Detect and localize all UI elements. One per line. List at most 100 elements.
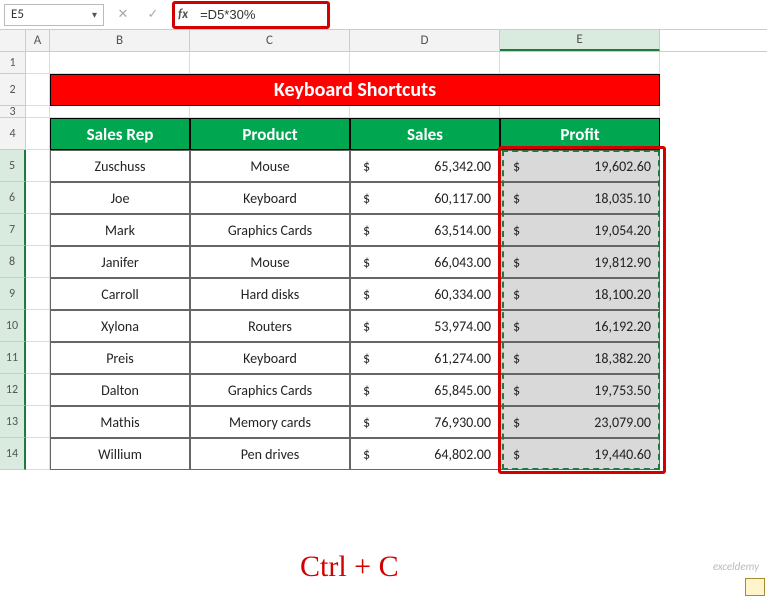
cell-profit[interactable]: $18,100.20: [500, 278, 660, 310]
enter-icon[interactable]: ✓: [142, 4, 164, 26]
cell-profit[interactable]: $23,079.00: [500, 406, 660, 438]
cell-profit[interactable]: $16,192.20: [500, 310, 660, 342]
cell-sales[interactable]: $76,930.00: [350, 406, 500, 438]
row-header[interactable]: 7: [0, 214, 26, 246]
paste-options-icon[interactable]: [745, 578, 765, 596]
cell[interactable]: [26, 118, 50, 150]
cancel-icon[interactable]: ✕: [112, 4, 134, 26]
cell[interactable]: [26, 310, 50, 342]
cell-rep[interactable]: Mark: [50, 214, 190, 246]
cell-rep[interactable]: Dalton: [50, 374, 190, 406]
header-profit[interactable]: Profit: [500, 118, 660, 150]
col-header-e[interactable]: E: [500, 30, 660, 51]
cell[interactable]: [26, 150, 50, 182]
cell-profit[interactable]: $19,602.60: [500, 150, 660, 182]
cell-sales[interactable]: $66,043.00: [350, 246, 500, 278]
fx-icon[interactable]: fx: [178, 7, 188, 22]
row-header[interactable]: 3: [0, 106, 26, 118]
header-product[interactable]: Product: [190, 118, 350, 150]
cell-product[interactable]: Graphics Cards: [190, 374, 350, 406]
cell-sales[interactable]: $53,974.00: [350, 310, 500, 342]
cell-rep[interactable]: Zuschuss: [50, 150, 190, 182]
cell-product[interactable]: Pen drives: [190, 438, 350, 470]
cell-sales[interactable]: $60,117.00: [350, 182, 500, 214]
cell-sales[interactable]: $64,802.00: [350, 438, 500, 470]
dropdown-icon[interactable]: ▾: [92, 8, 97, 21]
cell-profit[interactable]: $18,382.20: [500, 342, 660, 374]
cell-rep[interactable]: Mathis: [50, 406, 190, 438]
cell[interactable]: [26, 278, 50, 310]
cell-profit[interactable]: $18,035.10: [500, 182, 660, 214]
col-header-d[interactable]: D: [350, 30, 500, 51]
cell-profit[interactable]: $19,054.20: [500, 214, 660, 246]
cell-product[interactable]: Memory cards: [190, 406, 350, 438]
cell[interactable]: [50, 52, 190, 74]
sheet-area[interactable]: Keyboard Shortcuts Sales Rep Product Sal…: [26, 52, 767, 470]
row-header[interactable]: 13: [0, 406, 26, 438]
row-header[interactable]: 14: [0, 438, 26, 470]
col-header-b[interactable]: B: [50, 30, 190, 51]
row-header[interactable]: 11: [0, 342, 26, 374]
col-header-c[interactable]: C: [190, 30, 350, 51]
row-header[interactable]: 6: [0, 182, 26, 214]
cell[interactable]: [350, 52, 500, 74]
cell-product[interactable]: Keyboard: [190, 342, 350, 374]
cell[interactable]: [350, 106, 500, 118]
column-headers: A B C D E: [0, 30, 767, 52]
table-row: JoeKeyboard$60,117.00$18,035.10: [26, 182, 767, 214]
table-row: MarkGraphics Cards$63,514.00$19,054.20: [26, 214, 767, 246]
row-header[interactable]: 8: [0, 246, 26, 278]
cell[interactable]: [190, 106, 350, 118]
cell-rep[interactable]: Xylona: [50, 310, 190, 342]
cell[interactable]: [26, 406, 50, 438]
row-header[interactable]: 4: [0, 118, 26, 150]
row-header[interactable]: 12: [0, 374, 26, 406]
cell-product[interactable]: Hard disks: [190, 278, 350, 310]
cell[interactable]: [190, 52, 350, 74]
cell[interactable]: [26, 342, 50, 374]
row-header[interactable]: 9: [0, 278, 26, 310]
col-header-a[interactable]: A: [26, 30, 50, 51]
row-header[interactable]: 1: [0, 52, 26, 74]
cell[interactable]: [26, 74, 50, 106]
cell[interactable]: [26, 374, 50, 406]
cell-profit[interactable]: $19,753.50: [500, 374, 660, 406]
cell[interactable]: [500, 106, 660, 118]
cell-product[interactable]: Mouse: [190, 246, 350, 278]
cell-sales[interactable]: $65,342.00: [350, 150, 500, 182]
cell-product[interactable]: Graphics Cards: [190, 214, 350, 246]
cell-rep[interactable]: Preis: [50, 342, 190, 374]
cell[interactable]: [500, 52, 660, 74]
row-header[interactable]: 5: [0, 150, 26, 182]
formula-input[interactable]: [194, 5, 324, 25]
cell-sales[interactable]: $63,514.00: [350, 214, 500, 246]
cell[interactable]: [50, 106, 190, 118]
select-all-corner[interactable]: [0, 30, 26, 51]
watermark: exceldemy: [713, 560, 759, 573]
header-sales[interactable]: Sales: [350, 118, 500, 150]
cell-profit[interactable]: $19,812.90: [500, 246, 660, 278]
cell-rep[interactable]: Joe: [50, 182, 190, 214]
cell[interactable]: [26, 246, 50, 278]
cell-profit[interactable]: $19,440.60: [500, 438, 660, 470]
title-banner[interactable]: Keyboard Shortcuts: [50, 74, 660, 106]
cell-sales[interactable]: $60,334.00: [350, 278, 500, 310]
row-header[interactable]: 2: [0, 74, 26, 106]
cell[interactable]: [26, 106, 50, 118]
cell-rep[interactable]: Janifer: [50, 246, 190, 278]
name-box[interactable]: E5 ▾: [4, 4, 104, 26]
formula-bar-row: E5 ▾ ✕ ✓ fx: [0, 0, 767, 30]
cell[interactable]: [26, 52, 50, 74]
cell-rep[interactable]: Carroll: [50, 278, 190, 310]
cell-rep[interactable]: Willium: [50, 438, 190, 470]
cell[interactable]: [26, 182, 50, 214]
header-sales-rep[interactable]: Sales Rep: [50, 118, 190, 150]
cell-product[interactable]: Mouse: [190, 150, 350, 182]
row-header[interactable]: 10: [0, 310, 26, 342]
cell-product[interactable]: Keyboard: [190, 182, 350, 214]
cell-product[interactable]: Routers: [190, 310, 350, 342]
cell-sales[interactable]: $65,845.00: [350, 374, 500, 406]
cell[interactable]: [26, 438, 50, 470]
cell-sales[interactable]: $61,274.00: [350, 342, 500, 374]
cell[interactable]: [26, 214, 50, 246]
